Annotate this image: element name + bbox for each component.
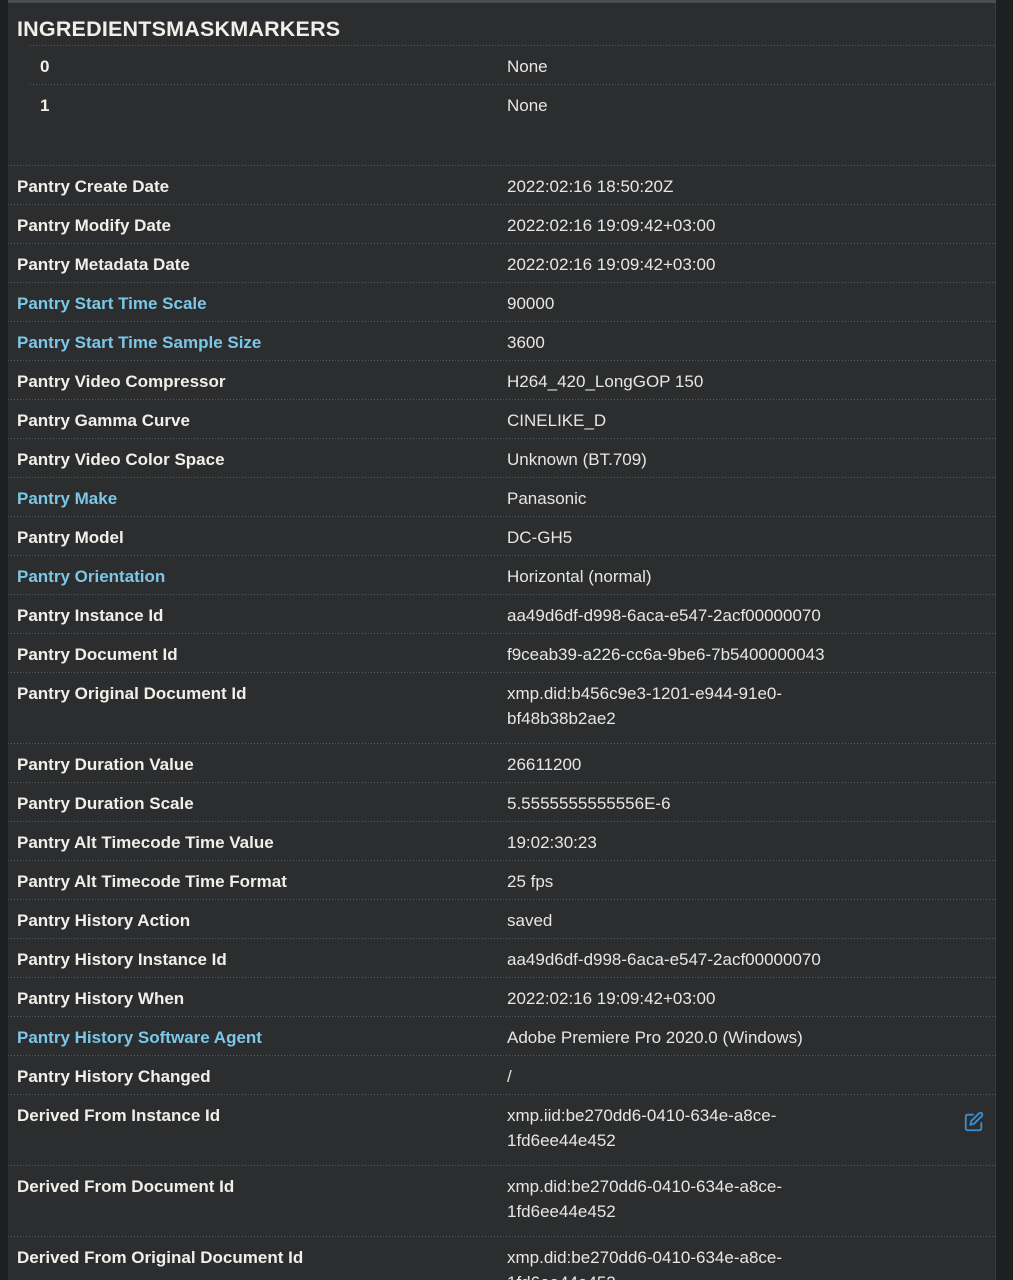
table-row[interactable]: Pantry Document Id f9ceab39-a226-cc6a-9be…: [8, 634, 996, 672]
table-row[interactable]: Derived From Instance Id xmp.iid:be270dd6…: [8, 1095, 996, 1165]
table-row[interactable]: Pantry History Instance Id aa49d6df-d998-…: [8, 939, 996, 977]
row-value: 5.5555555555556E-6: [507, 794, 671, 813]
table-row[interactable]: Pantry Create Date 2022:02:16 18:50:20Z: [8, 166, 996, 204]
row-key: Pantry Metadata Date: [17, 255, 190, 274]
row-key: Pantry Duration Value: [17, 755, 194, 774]
row-value: 2022:02:16 18:50:20Z: [507, 177, 674, 196]
row-value: Adobe Premiere Pro 2020.0 (Windows): [507, 1028, 803, 1047]
table-row[interactable]: Pantry History Software Agent Adobe Premi…: [8, 1017, 996, 1055]
row-value: aa49d6df-d998-6aca-e547-2acf00000070: [507, 606, 821, 625]
row-value: xmp.iid:be270dd6-0410-634e-a8ce- 1fd6ee4…: [507, 1106, 777, 1150]
table-row[interactable]: Pantry Metadata Date 2022:02:16 19:09:42+…: [8, 244, 996, 282]
row-key: Pantry Video Color Space: [17, 450, 225, 469]
table-row[interactable]: Pantry History Action saved: [8, 900, 996, 938]
row-value: saved: [507, 911, 553, 930]
row-value: xmp.did:be270dd6-0410-634e-a8ce- 1fd6ee4…: [507, 1248, 783, 1280]
index-rows-group: 0 None 1 None: [8, 45, 996, 123]
row-key: Pantry History Software Agent: [17, 1028, 262, 1047]
row-value: 2022:02:16 19:09:42+03:00: [507, 989, 716, 1008]
metadata-rows-group: Pantry Create Date 2022:02:16 18:50:20Z Pa…: [8, 165, 996, 1280]
row-value: xmp.did:b456c9e3-1201-e944-91e0- bf48b38…: [507, 684, 783, 728]
row-key: Pantry Alt Timecode Time Value: [17, 833, 274, 852]
row-key: Pantry Gamma Curve: [17, 411, 190, 430]
table-row[interactable]: Pantry Gamma Curve CINELIKE_D: [8, 400, 996, 438]
row-value: Panasonic: [507, 489, 587, 508]
row-value: CINELIKE_D: [507, 411, 607, 430]
row-key: Derived From Instance Id: [17, 1106, 221, 1125]
row-value: aa49d6df-d998-6aca-e547-2acf00000070: [507, 950, 821, 969]
table-row[interactable]: Pantry Video Color Space Unknown (BT.709): [8, 439, 996, 477]
metadata-content: INGREDIENTSMASKMARKERS 0 None 1 None Pantry…: [8, 3, 996, 1280]
table-row[interactable]: Pantry Modify Date 2022:02:16 19:09:42+03…: [8, 205, 996, 243]
table-row[interactable]: Pantry Alt Timecode Time Format 25 fps: [8, 861, 996, 899]
left-gutter: [0, 0, 8, 1280]
row-key: Pantry History Instance Id: [17, 950, 227, 969]
row-key: Pantry Duration Scale: [17, 794, 194, 813]
row-key: Derived From Document Id: [17, 1177, 235, 1196]
row-key: Pantry Alt Timecode Time Format: [17, 872, 287, 891]
row-key: Pantry Document Id: [17, 645, 178, 664]
table-row[interactable]: Pantry Instance Id aa49d6df-d998-6aca-e54…: [8, 595, 996, 633]
table-row[interactable]: Pantry History When 2022:02:16 19:09:42+0…: [8, 978, 996, 1016]
row-value: 25 fps: [507, 872, 554, 891]
row-key: Pantry Modify Date: [17, 216, 171, 235]
row-value: 90000: [507, 294, 555, 313]
row-key: Pantry Make: [17, 489, 118, 508]
row-value: f9ceab39-a226-cc6a-9be6-7b5400000043: [507, 645, 825, 664]
edit-pencil-square-icon[interactable]: [963, 1111, 985, 1133]
table-row[interactable]: Pantry Start Time Scale 90000: [8, 283, 996, 321]
table-row[interactable]: Pantry Start Time Sample Size 3600: [8, 322, 996, 360]
row-value: None: [507, 96, 548, 115]
row-value: xmp.did:be270dd6-0410-634e-a8ce- 1fd6ee4…: [507, 1177, 783, 1221]
row-key: Pantry History Action: [17, 911, 191, 930]
row-value: Horizontal (normal): [507, 567, 652, 586]
row-key: Pantry Start Time Scale: [17, 294, 207, 313]
table-row[interactable]: Pantry Make Panasonic: [8, 478, 996, 516]
table-row[interactable]: Pantry Model DC-GH5: [8, 517, 996, 555]
row-value: /: [507, 1067, 512, 1086]
row-key: Derived From Original Document Id: [17, 1248, 304, 1267]
table-row[interactable]: Derived From Original Document Id xmp.did…: [8, 1237, 996, 1280]
row-key: Pantry Orientation: [17, 567, 166, 586]
table-row[interactable]: 1 None: [8, 85, 996, 123]
row-key: Pantry Start Time Sample Size: [17, 333, 262, 352]
row-key: 0: [40, 57, 50, 76]
row-key: Pantry Create Date: [17, 177, 170, 196]
table-row[interactable]: Pantry Video Compressor H264_420_LongGOP …: [8, 361, 996, 399]
row-key: 1: [40, 96, 50, 115]
table-row[interactable]: Derived From Document Id xmp.did:be270dd6…: [8, 1166, 996, 1236]
row-key: Pantry History Changed: [17, 1067, 211, 1086]
row-value: 2022:02:16 19:09:42+03:00: [507, 255, 716, 274]
row-key: Pantry Model: [17, 528, 124, 547]
row-value: H264_420_LongGOP 150: [507, 372, 704, 391]
row-value: None: [507, 57, 548, 76]
row-value: 3600: [507, 333, 545, 352]
row-value: 19:02:30:23: [507, 833, 597, 852]
table-row[interactable]: Pantry History Changed /: [8, 1056, 996, 1094]
row-key: Pantry History When: [17, 989, 185, 1008]
row-key: Pantry Video Compressor: [17, 372, 226, 391]
table-row[interactable]: 0 None: [8, 46, 996, 84]
table-row[interactable]: Pantry Duration Value 26611200: [8, 744, 996, 782]
row-value: Unknown (BT.709): [507, 450, 647, 469]
row-key: Pantry Instance Id: [17, 606, 164, 625]
table-row[interactable]: Pantry Original Document Id xmp.did:b456c…: [8, 673, 996, 743]
table-row[interactable]: Pantry Orientation Horizontal (normal): [8, 556, 996, 594]
row-value: DC-GH5: [507, 528, 573, 547]
row-value: 26611200: [507, 755, 582, 774]
row-value: 2022:02:16 19:09:42+03:00: [507, 216, 716, 235]
metadata-panel: INGREDIENTSMASKMARKERS 0 None 1 None Pantry…: [0, 0, 1013, 1280]
row-key: Pantry Original Document Id: [17, 684, 247, 703]
page-title: INGREDIENTSMASKMARKERS: [17, 17, 341, 41]
table-row[interactable]: Pantry Alt Timecode Time Value 19:02:30:2…: [8, 822, 996, 860]
table-row[interactable]: Pantry Duration Scale 5.5555555555556E-6: [8, 783, 996, 821]
right-gutter: [996, 0, 1013, 1280]
